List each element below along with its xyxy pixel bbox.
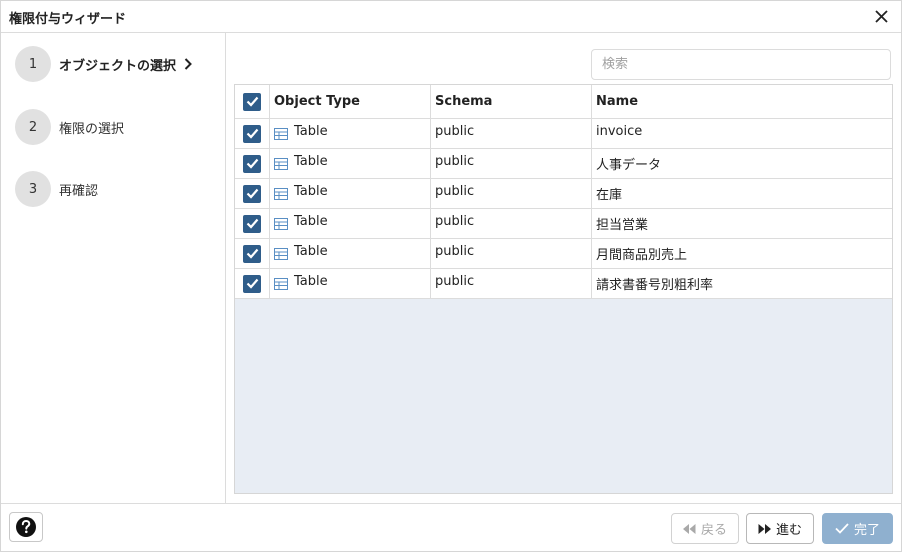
object-type-cell: Table [270, 239, 431, 268]
next-button[interactable]: 進む [746, 513, 814, 544]
object-type-cell: Table [270, 149, 431, 178]
column-header-name[interactable]: Name [592, 85, 892, 118]
object-type-cell: Table [270, 119, 431, 148]
schema-cell: public [431, 209, 592, 238]
name-cell: invoice [596, 124, 643, 139]
row-checkbox[interactable] [243, 274, 261, 293]
step-label: 権限の選択 [59, 121, 125, 137]
row-checkbox[interactable] [243, 214, 261, 233]
table-icon [274, 128, 288, 140]
wizard-content: Object Type Schema Name Table public [227, 33, 901, 503]
column-header-object-type[interactable]: Object Type [270, 85, 431, 118]
help-button[interactable] [9, 512, 43, 542]
row-checkbox[interactable] [243, 184, 261, 203]
object-type-cell: Table [270, 269, 431, 298]
name-cell: 月間商品別売上 [596, 248, 688, 263]
row-select-cell [235, 119, 270, 148]
step-label: 再確認 [59, 183, 99, 199]
object-type-label: Table [294, 184, 328, 199]
table-icon [274, 218, 288, 230]
object-type-cell: Table [270, 179, 431, 208]
row-select-cell [235, 179, 270, 208]
table-row[interactable]: Table public invoice [235, 119, 892, 149]
name-cell: 担当営業 [596, 218, 649, 233]
row-select-cell [235, 149, 270, 178]
rewind-icon [682, 523, 696, 534]
object-type-label: Table [294, 274, 328, 289]
step-object-selection: 1 オブジェクトの選択 [15, 46, 192, 82]
table-icon [274, 158, 288, 170]
select-all-checkbox[interactable] [243, 92, 261, 111]
step-review: 3 再確認 [15, 171, 98, 207]
dialog-titlebar: 権限付与ウィザード [1, 1, 901, 33]
check-icon [246, 218, 258, 229]
grid-header-row: Object Type Schema Name [235, 85, 892, 119]
row-select-cell [235, 269, 270, 298]
schema-cell: public [431, 149, 592, 178]
column-header-schema[interactable]: Schema [431, 85, 592, 118]
check-icon [246, 188, 258, 199]
row-checkbox[interactable] [243, 154, 261, 173]
dialog-title: 権限付与ウィザード [9, 12, 127, 27]
schema-cell: public [431, 119, 592, 148]
step-number: 2 [15, 109, 51, 145]
finish-label: 完了 [853, 523, 880, 538]
finish-button[interactable]: 完了 [822, 513, 893, 544]
close-icon [874, 9, 888, 23]
schema-cell: public [431, 269, 592, 298]
schema-cell: public [431, 239, 592, 268]
row-checkbox[interactable] [243, 124, 261, 143]
fast-forward-icon [758, 523, 771, 534]
check-icon [246, 278, 258, 289]
name-cell: 請求書番号別粗利率 [596, 278, 714, 293]
table-row[interactable]: Table public 在庫 [235, 179, 892, 209]
row-select-cell [235, 209, 270, 238]
grant-wizard-dialog: 権限付与ウィザード 1 オブジェクトの選択 2 権限の選択 3 再確認 検索 O… [0, 0, 902, 552]
object-type-label: Table [294, 214, 328, 229]
name-cell: 人事データ [596, 158, 662, 173]
object-grid: Object Type Schema Name Table public inv… [234, 84, 893, 494]
dialog-footer: 戻る 進む 完了 [1, 503, 901, 551]
step-number: 3 [15, 171, 51, 207]
check-icon [835, 523, 849, 534]
row-select-cell [235, 239, 270, 268]
step-privilege-selection: 2 権限の選択 [15, 109, 124, 145]
table-icon [274, 248, 288, 260]
table-icon [274, 278, 288, 290]
select-all-cell [235, 85, 270, 118]
object-type-label: Table [294, 244, 328, 259]
step-number: 1 [15, 46, 51, 82]
row-checkbox[interactable] [243, 244, 261, 263]
check-icon [246, 248, 258, 259]
check-icon [246, 128, 258, 139]
object-type-label: Table [294, 124, 328, 139]
step-label: オブジェクトの選択 [59, 58, 177, 74]
check-icon [246, 158, 258, 169]
name-cell: 在庫 [596, 188, 623, 203]
object-type-cell: Table [270, 209, 431, 238]
table-row[interactable]: Table public 人事データ [235, 149, 892, 179]
question-circle-icon [16, 517, 36, 537]
object-type-label: Table [294, 154, 328, 169]
table-row[interactable]: Table public 担当営業 [235, 209, 892, 239]
back-button[interactable]: 戻る [671, 513, 739, 544]
search-input[interactable] [591, 49, 891, 80]
back-label: 戻る [700, 523, 727, 538]
wizard-steps-sidebar: 1 オブジェクトの選択 2 権限の選択 3 再確認 [1, 33, 226, 503]
chevron-right-icon [184, 58, 192, 70]
table-icon [274, 188, 288, 200]
close-button[interactable] [871, 6, 891, 26]
schema-cell: public [431, 179, 592, 208]
check-icon [246, 96, 258, 107]
next-label: 進む [775, 523, 802, 538]
table-row[interactable]: Table public 請求書番号別粗利率 [235, 269, 892, 299]
table-row[interactable]: Table public 月間商品別売上 [235, 239, 892, 269]
